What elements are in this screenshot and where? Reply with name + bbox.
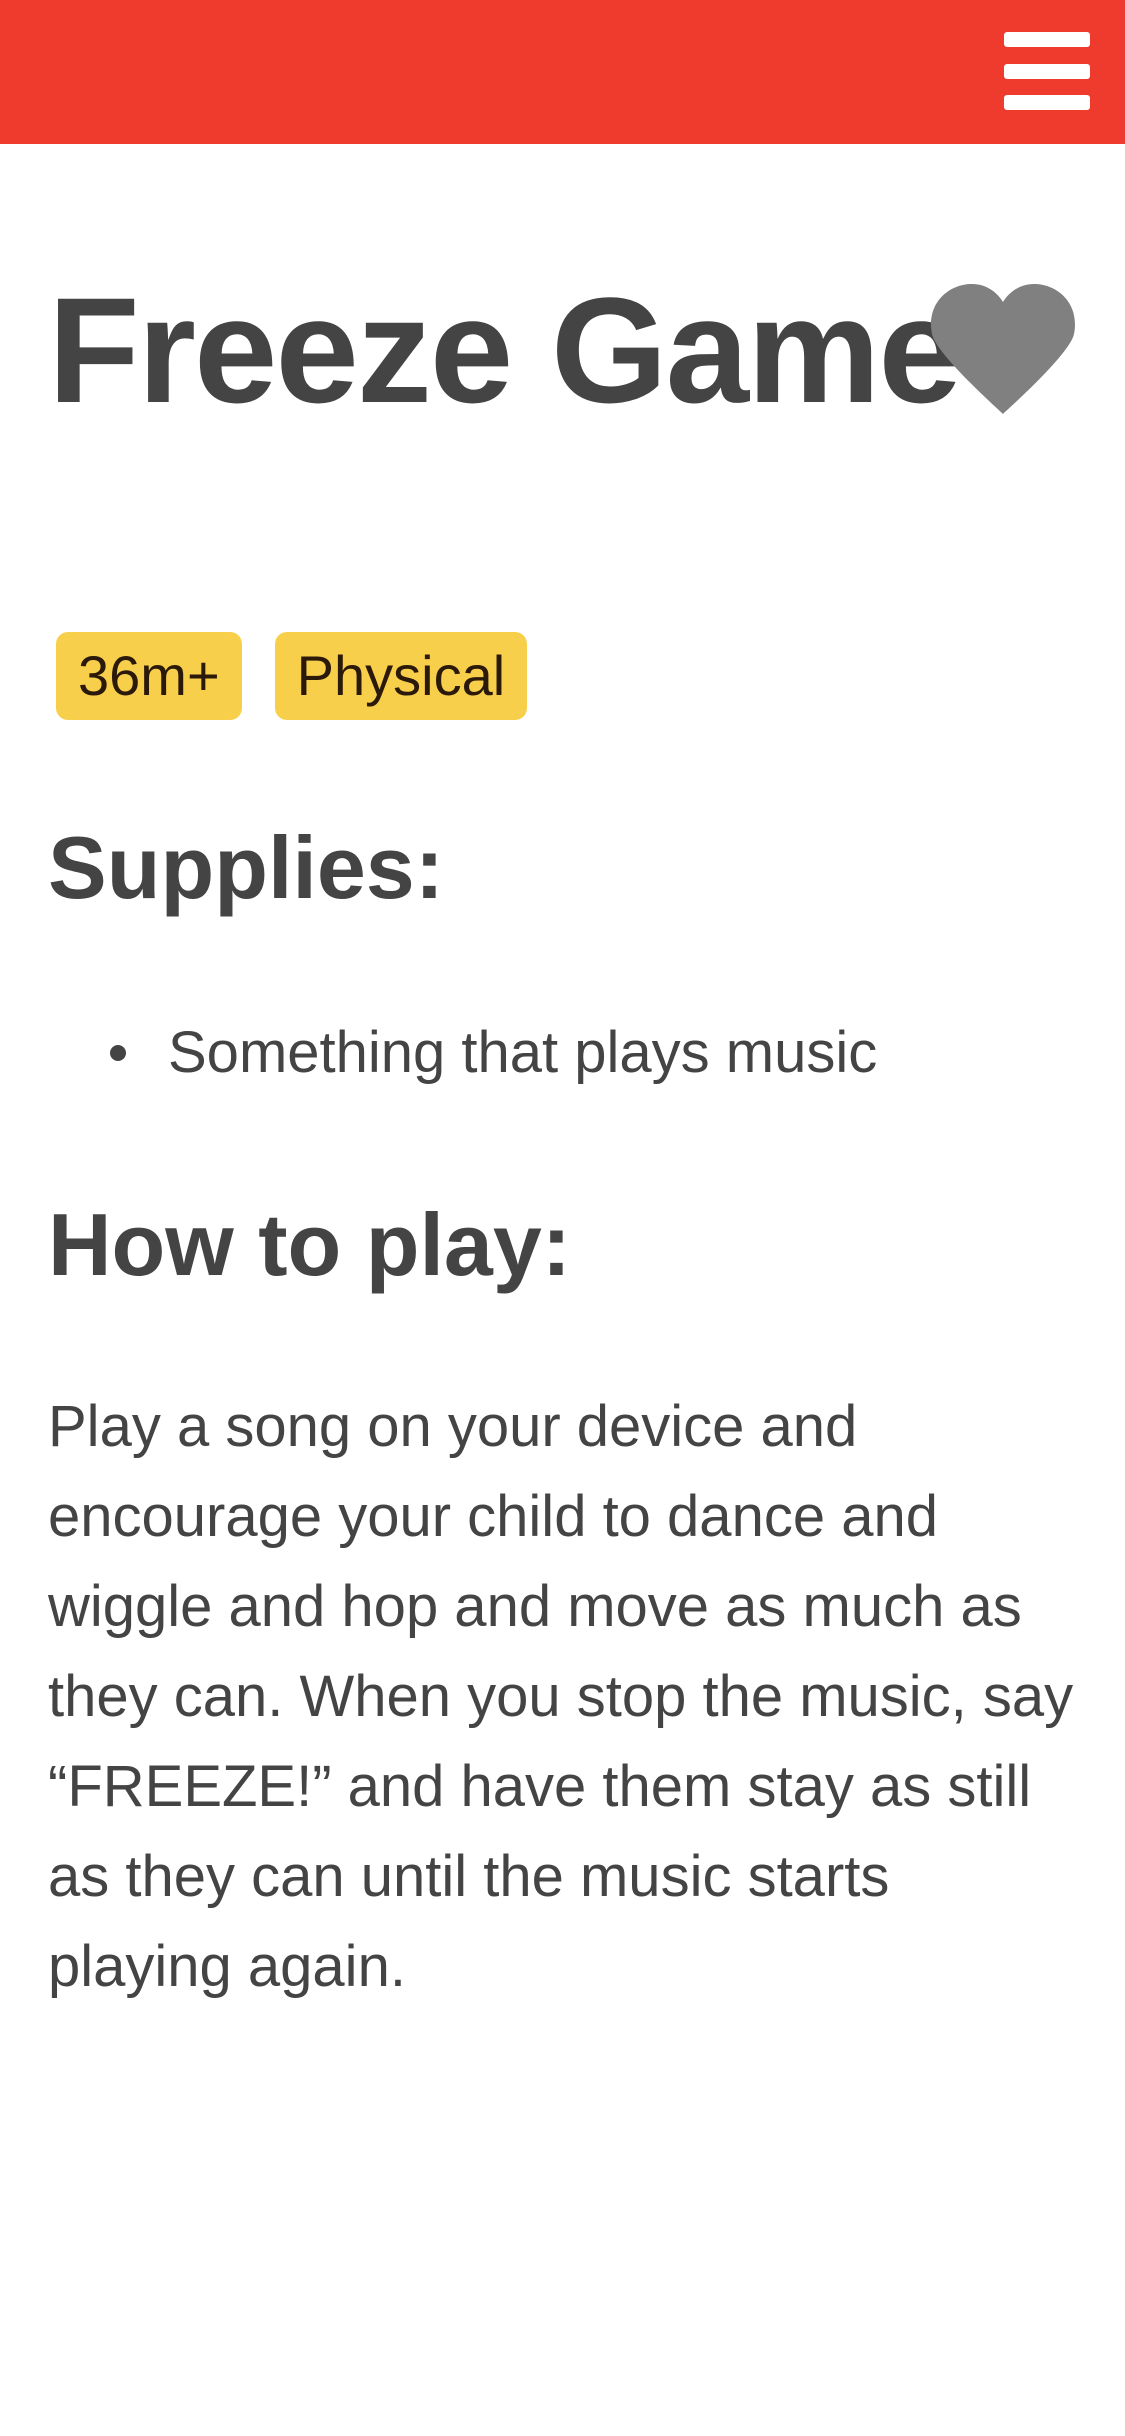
age-tag: 36m+ bbox=[56, 632, 242, 720]
bullet-icon bbox=[110, 1045, 126, 1061]
instructions-text: Play a song on your device and encourage… bbox=[48, 1394, 1074, 1999]
page-title: Freeze Game bbox=[48, 266, 962, 434]
menu-button[interactable] bbox=[1004, 32, 1090, 110]
supplies-heading: Supplies: bbox=[48, 818, 445, 917]
supply-item-label: Something that plays music bbox=[168, 1020, 878, 1085]
supplies-list: Something that plays music bbox=[48, 1015, 877, 1091]
how-to-play-heading: How to play: bbox=[48, 1195, 572, 1294]
top-bar bbox=[0, 0, 1125, 144]
hamburger-menu-icon bbox=[1004, 95, 1090, 110]
favorite-button[interactable] bbox=[928, 282, 1078, 417]
category-tag: Physical bbox=[274, 632, 528, 720]
title-row: Freeze Game bbox=[48, 270, 1088, 430]
hamburger-menu-icon bbox=[1004, 32, 1090, 47]
tag-list: 36m+ Physical bbox=[56, 632, 528, 720]
list-item: Something that plays music bbox=[48, 1015, 877, 1091]
heart-icon bbox=[931, 284, 1075, 414]
hamburger-menu-icon bbox=[1004, 63, 1090, 79]
